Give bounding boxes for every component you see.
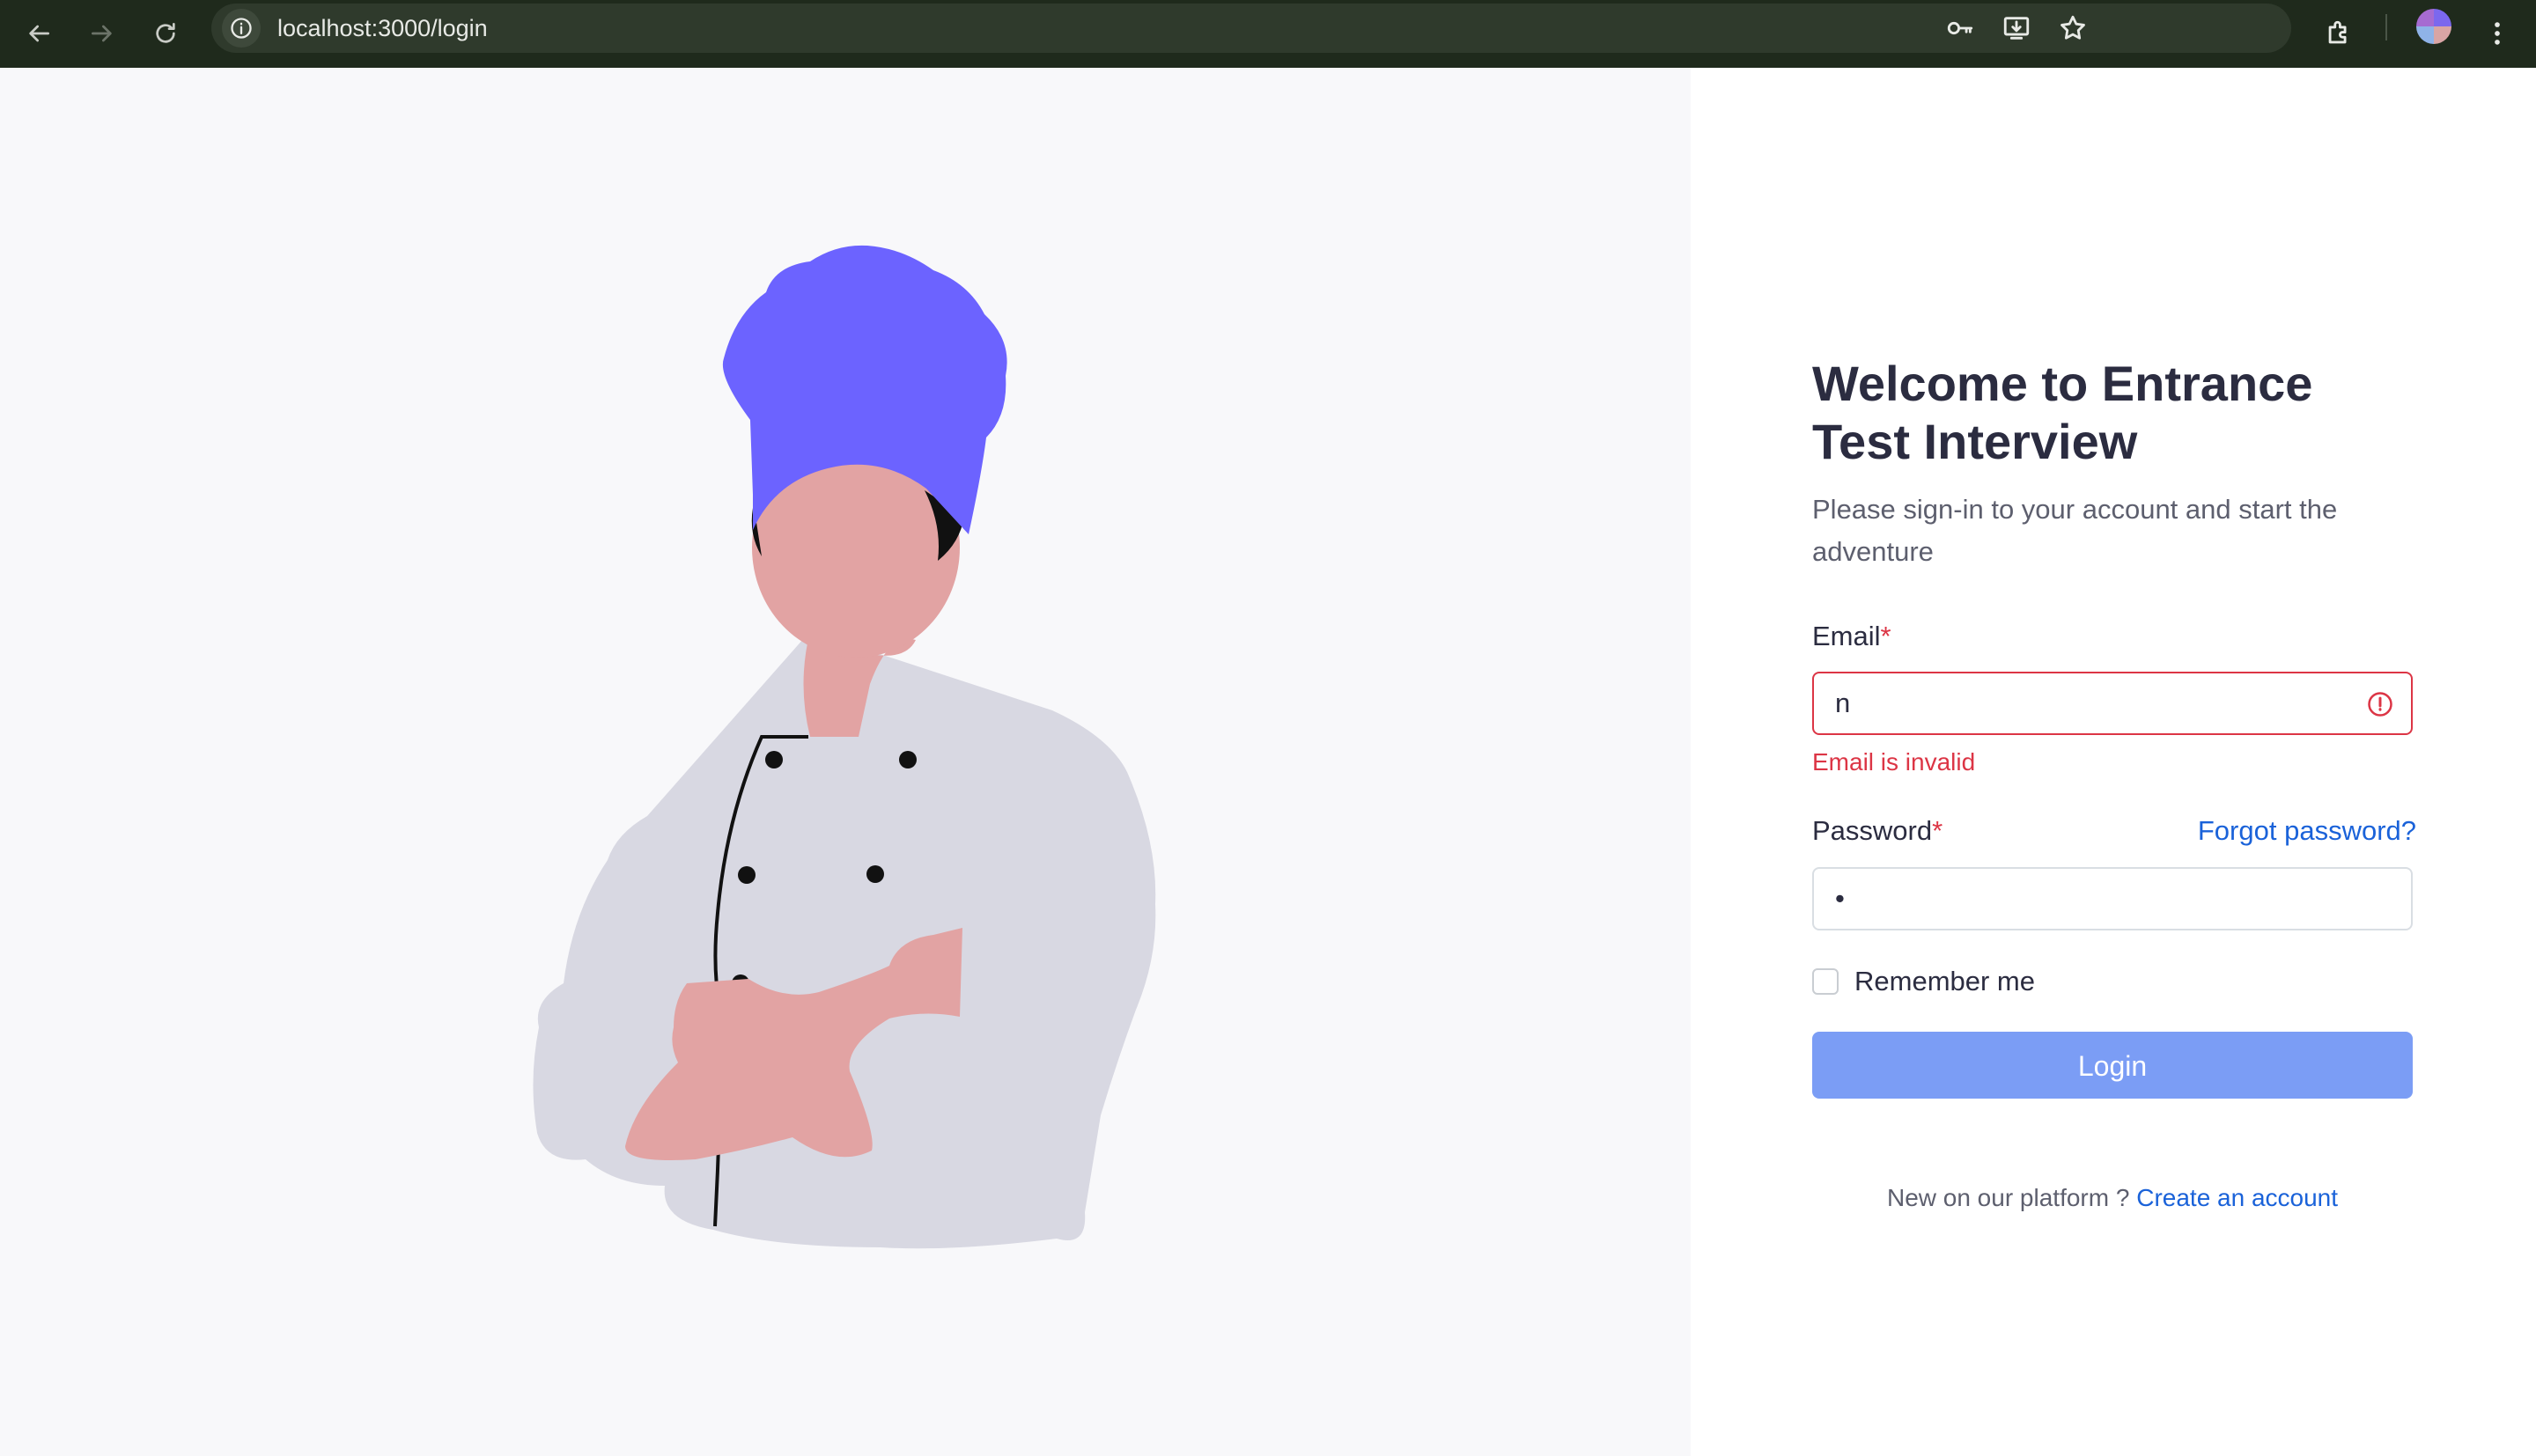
- jacket-button: [866, 865, 884, 883]
- bookmark-button[interactable]: [2055, 11, 2090, 46]
- chef-illustration: [533, 245, 1156, 1249]
- reload-icon: [156, 23, 175, 43]
- remember-me-checkbox[interactable]: [1812, 968, 1839, 995]
- info-icon: [231, 18, 252, 39]
- kebab-menu-icon: [2495, 22, 2500, 45]
- address-bar[interactable]: localhost:3000/login: [211, 4, 2291, 53]
- required-mark: *: [1880, 621, 1891, 651]
- browser-toolbar: localhost:3000/login: [0, 0, 2536, 68]
- email-label: Email*: [1812, 619, 1891, 654]
- remember-me-label[interactable]: Remember me: [1854, 964, 2035, 999]
- password-value: •: [1835, 883, 1845, 914]
- key-icon: [1947, 21, 1973, 35]
- password-field[interactable]: •: [1812, 867, 2413, 930]
- install-icon: [2003, 17, 2030, 40]
- arrow-right-icon: [92, 25, 112, 42]
- puzzle-icon: [2328, 20, 2347, 44]
- password-key-button[interactable]: [1943, 11, 1978, 46]
- email-value: n: [1835, 688, 1851, 718]
- forward-button[interactable]: [79, 11, 125, 56]
- required-mark: *: [1932, 815, 1943, 846]
- page-subtitle: Please sign-in to your account and start…: [1812, 494, 2338, 567]
- page-title: Welcome to Entrance Test Interview: [1812, 356, 2313, 469]
- reload-button[interactable]: [143, 11, 188, 56]
- back-button[interactable]: [16, 11, 62, 56]
- install-app-button[interactable]: [1999, 11, 2034, 46]
- create-account-link[interactable]: Create an account: [2136, 1184, 2338, 1211]
- site-info-button[interactable]: [222, 9, 261, 48]
- email-error-message: Email is invalid: [1812, 748, 1976, 776]
- error-icon: [2368, 692, 2392, 717]
- password-label-text: Password: [1812, 815, 1933, 846]
- email-label-text: Email: [1812, 621, 1881, 651]
- extensions-button[interactable]: [2316, 11, 2362, 56]
- signup-prompt: New on our platform ? Create an account: [1812, 1182, 2413, 1214]
- forgot-password-link[interactable]: Forgot password?: [2198, 813, 2416, 849]
- password-label: Password*: [1812, 813, 1943, 849]
- star-icon: [2060, 15, 2085, 40]
- login-page: Welcome to Entrance Test Interview Pleas…: [0, 68, 2536, 1456]
- jacket-button: [765, 751, 783, 768]
- signup-prompt-text: New on our platform ?: [1886, 1184, 2130, 1211]
- jacket-button: [738, 866, 756, 884]
- arrow-left-icon: [29, 25, 49, 42]
- toolbar-divider: [2385, 14, 2387, 40]
- login-button[interactable]: Login: [1812, 1032, 2413, 1099]
- browser-menu-button[interactable]: [2474, 11, 2520, 56]
- profile-avatar[interactable]: [2416, 9, 2451, 44]
- url-text[interactable]: localhost:3000/login: [277, 4, 488, 53]
- jacket-button: [899, 751, 917, 768]
- login-form-panel: Welcome to Entrance Test Interview Pleas…: [1812, 68, 2416, 1456]
- email-field[interactable]: n: [1812, 672, 2413, 735]
- illustration-panel: [0, 68, 1691, 1456]
